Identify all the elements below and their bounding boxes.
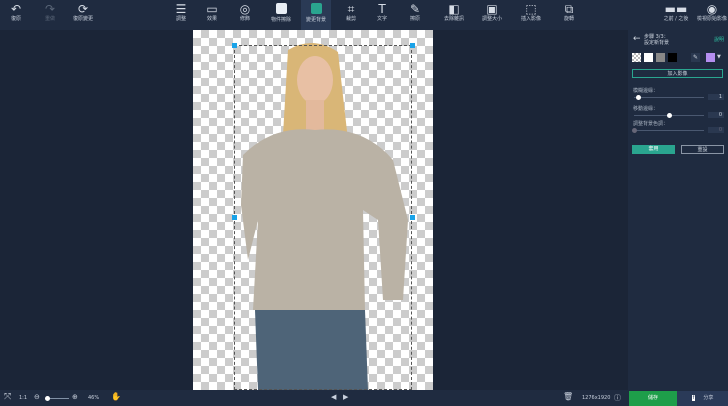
blur-edge-input[interactable]: 1 [708, 94, 724, 100]
resize-handle[interactable] [410, 43, 415, 48]
adjust-button[interactable]: ☰ 調整 [166, 2, 196, 22]
chevron-down-icon[interactable]: ▼ [717, 54, 721, 60]
insert-image-icon: ⬚ [525, 2, 537, 16]
image-canvas[interactable] [193, 30, 433, 390]
resize-button[interactable]: ▣ 調整大小 [477, 2, 507, 22]
save-button[interactable]: 儲存 [629, 391, 677, 406]
object-erase-icon [275, 3, 287, 14]
resize-handle[interactable] [232, 215, 237, 220]
top-toolbar: ↶ 復原 ↷ 重做 ⟳ 復原變更 ☰ 調整 ▭ 效果 ◎ 修飾 物件擦除 變更背景 ⌗ 裁剪 … [0, 0, 728, 30]
help-link[interactable]: 說明 [714, 36, 724, 43]
next-icon[interactable]: ▶ [343, 393, 348, 401]
denoise-icon: ◧ [448, 2, 460, 16]
clone-icon: ✎ [409, 2, 421, 16]
clone-button[interactable]: ✎ 擦原 [400, 2, 430, 22]
resize-handle[interactable] [410, 215, 415, 220]
text-icon: T [378, 2, 386, 16]
crop-button[interactable]: ⌗ 裁剪 [336, 2, 366, 22]
before-after-button[interactable]: ▬▬ 之前 / 之後 [660, 2, 692, 22]
image-dimensions: 1276x1920 [582, 395, 611, 401]
apply-button[interactable]: 套用 [632, 145, 675, 154]
zoom-out-icon[interactable]: ⊖ [34, 393, 40, 401]
bg-tone-slider[interactable] [632, 128, 704, 133]
back-arrow-icon[interactable]: ← [633, 34, 641, 44]
rotate-button[interactable]: ⧉ 旋轉 [554, 2, 584, 22]
black-swatch[interactable] [668, 53, 677, 62]
blur-edge-slider[interactable] [634, 95, 704, 100]
object-erase-button[interactable]: 物件擦除 [266, 2, 296, 23]
slider-knob[interactable] [667, 113, 672, 118]
undo-icon: ↶ [10, 2, 22, 16]
slider-knob[interactable] [636, 95, 641, 100]
hand-icon[interactable]: ✋ [111, 392, 121, 401]
actual-size-button[interactable]: 1:1 [19, 395, 27, 401]
rotate-icon: ⧉ [564, 2, 574, 16]
crop-icon: ⌗ [347, 2, 355, 16]
redo-button[interactable]: ↷ 重做 [35, 2, 65, 22]
background-panel: ← 步驟 3/3： 設定新背景 說明 ✎ ▼ 加入影像 模糊邊緣： 1 移動邊緣… [628, 30, 728, 390]
retouch-button[interactable]: ◎ 修飾 [230, 2, 260, 22]
insert-image-button[interactable]: ⬚ 插入影像 [516, 2, 546, 22]
eye-icon: ◉ [706, 2, 718, 16]
facebook-icon: f [691, 395, 696, 401]
view-original-button[interactable]: ◉ 檢視原始影像 [697, 2, 727, 22]
color-picker[interactable] [706, 53, 715, 62]
reset-changes-button[interactable]: ⟳ 復原變更 [68, 2, 98, 22]
trash-icon[interactable]: 🗑 [563, 392, 573, 401]
zoom-slider[interactable] [45, 396, 69, 401]
text-button[interactable]: T 文字 [367, 2, 397, 22]
white-swatch[interactable] [644, 53, 653, 62]
sliders-icon: ☰ [175, 2, 187, 16]
change-background-button[interactable]: 變更背景 [301, 0, 331, 30]
slider-knob[interactable] [45, 396, 50, 401]
before-after-icon: ▬▬ [664, 2, 688, 16]
selection-box[interactable] [234, 45, 412, 390]
effects-icon: ▭ [206, 2, 218, 16]
effects-button[interactable]: ▭ 效果 [197, 2, 227, 22]
gray-swatch[interactable] [656, 53, 665, 62]
zoom-level: 46% [88, 395, 100, 401]
refresh-icon: ⟳ [77, 2, 89, 16]
bg-tone-input[interactable]: 0 [708, 127, 724, 133]
undo-button[interactable]: ↶ 復原 [1, 2, 31, 22]
change-background-icon [310, 3, 322, 14]
redo-icon: ↷ [44, 2, 56, 16]
face-icon: ◎ [239, 2, 251, 16]
resize-handle[interactable] [232, 43, 237, 48]
move-edge-slider[interactable] [634, 113, 704, 118]
zoom-in-icon[interactable]: ⊕ [72, 393, 78, 401]
eyedropper-icon[interactable]: ✎ [691, 53, 700, 62]
prev-icon[interactable]: ◀ [331, 393, 336, 401]
fit-screen-icon[interactable]: ⤧ [4, 392, 11, 402]
share-button[interactable]: f 分享 [677, 391, 728, 406]
resize-icon: ▣ [486, 2, 498, 16]
move-edge-input[interactable]: 0 [708, 112, 724, 118]
denoise-button[interactable]: ◧ 去除雜訊 [439, 2, 469, 22]
add-image-button[interactable]: 加入影像 [632, 69, 723, 78]
info-icon[interactable]: ⓘ [614, 393, 621, 403]
bottom-bar: ⤧ 1:1 ⊖ ⊕ 46% ✋ ◀ ▶ 🗑 1276x1920 ⓘ 儲存 f 分享 [0, 390, 728, 406]
slider-knob[interactable] [632, 128, 637, 133]
transparent-swatch[interactable] [632, 53, 641, 62]
reset-button[interactable]: 重設 [681, 145, 724, 154]
